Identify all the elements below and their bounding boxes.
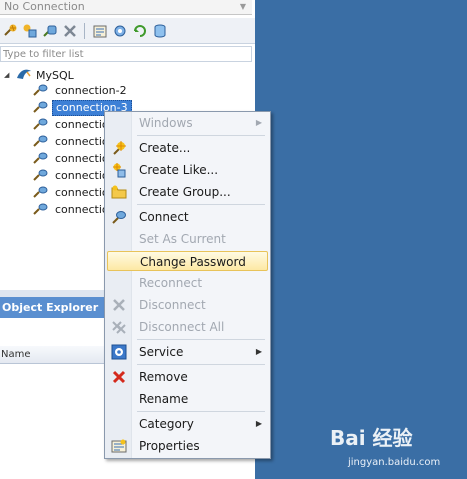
baidu-logo: Bai 经验 xyxy=(330,426,413,450)
mysql-dolphin-icon xyxy=(16,67,32,84)
menu-item-disconnect[interactable]: Disconnect xyxy=(107,295,268,315)
database-icon[interactable] xyxy=(151,22,168,39)
submenu-arrow-icon: ▶ xyxy=(255,419,262,428)
expand-triangle-icon[interactable]: ◢ xyxy=(4,71,12,79)
connection-icon xyxy=(33,185,49,202)
tree-root-label: MySQL xyxy=(36,68,74,82)
menu-item-set-as-current[interactable]: Set As Current xyxy=(107,229,268,249)
menu-item-connect[interactable]: Connect xyxy=(107,207,268,227)
disconnect-icon[interactable] xyxy=(61,22,78,39)
menu-item-create-group[interactable]: Create Group... xyxy=(107,182,268,202)
refresh-icon[interactable] xyxy=(131,22,148,39)
menu-item-label: Category xyxy=(139,417,194,431)
menu-item-label: Windows xyxy=(139,116,193,130)
menu-item-remove[interactable]: Remove xyxy=(107,367,268,387)
filter-input[interactable] xyxy=(0,46,252,62)
menu-item-reconnect[interactable]: Reconnect xyxy=(107,273,268,293)
tree-item-label: connection-2 xyxy=(55,84,127,97)
menu-item-label: Properties xyxy=(139,439,200,453)
disconnect-all-icon xyxy=(111,319,127,335)
connect-icon[interactable] xyxy=(41,22,58,39)
tree-root-mysql[interactable]: ◢ MySQL xyxy=(4,67,74,83)
menu-item-label: Change Password xyxy=(140,255,246,269)
watermark-url: jingyan.baidu.com xyxy=(348,457,441,468)
menu-item-disconnect-all[interactable]: Disconnect All xyxy=(107,317,268,337)
toolbar xyxy=(0,18,255,44)
connection-icon xyxy=(33,151,49,168)
connection-icon xyxy=(33,117,49,134)
menu-item-label: Set As Current xyxy=(139,232,226,246)
menu-item-change-password[interactable]: Change Password xyxy=(107,251,268,271)
connection-icon xyxy=(33,100,49,117)
menu-item-properties[interactable]: Properties xyxy=(107,436,268,456)
baidu-jingyan-watermark: Bai 经验 jingyan.baidu.com xyxy=(330,423,450,473)
menu-item-rename[interactable]: Rename xyxy=(107,389,268,409)
connection-icon xyxy=(33,202,49,219)
menu-separator xyxy=(137,364,265,365)
watermark-brand: Bai 经验 xyxy=(330,426,413,450)
chevron-down-icon[interactable]: ▼ xyxy=(238,1,248,13)
menu-separator xyxy=(137,339,265,340)
connection-icon xyxy=(33,168,49,185)
menu-item-label: Connect xyxy=(139,210,189,224)
submenu-arrow-icon: ▶ xyxy=(255,118,262,127)
menu-separator xyxy=(137,135,265,136)
create-icon xyxy=(111,140,127,156)
remove-icon xyxy=(111,369,127,385)
menu-item-label: Disconnect All xyxy=(139,320,225,334)
properties-icon[interactable] xyxy=(91,22,108,39)
menu-item-service[interactable]: Service ▶ xyxy=(107,342,268,362)
menu-item-create-like[interactable]: Create Like... xyxy=(107,160,268,180)
disconnect-icon xyxy=(111,297,127,313)
menu-item-label: Reconnect xyxy=(139,276,203,290)
new-connection-icon[interactable] xyxy=(1,22,18,39)
menu-item-windows[interactable]: Windows ▶ xyxy=(107,113,268,133)
service-icon[interactable] xyxy=(111,22,128,39)
menu-item-label: Create Group... xyxy=(139,185,231,199)
connection-dropdown[interactable]: No Connection ▼ xyxy=(0,0,252,15)
menu-item-label: Remove xyxy=(139,370,188,384)
create-like-icon xyxy=(111,162,127,178)
properties-icon xyxy=(111,438,127,454)
connection-dropdown-value: No Connection xyxy=(4,0,85,13)
new-connection-like-icon[interactable] xyxy=(21,22,38,39)
menu-item-label: Rename xyxy=(139,392,189,406)
menu-item-label: Disconnect xyxy=(139,298,206,312)
connection-icon xyxy=(33,83,49,100)
connection-icon xyxy=(33,134,49,151)
menu-item-label: Create Like... xyxy=(139,163,219,177)
toolbar-divider xyxy=(84,22,85,39)
submenu-arrow-icon: ▶ xyxy=(255,347,262,356)
menu-separator xyxy=(137,204,265,205)
menu-separator xyxy=(137,411,265,412)
folder-icon xyxy=(111,184,127,200)
object-explorer-header[interactable]: Object Explorer xyxy=(0,297,110,318)
connect-icon xyxy=(111,209,127,225)
menu-item-label: Service xyxy=(139,345,184,359)
context-menu: Windows ▶ Create... Create Like... Creat… xyxy=(104,111,271,459)
menu-item-label: Create... xyxy=(139,141,191,155)
menu-item-category[interactable]: Category ▶ xyxy=(107,414,268,434)
tree-item-connection[interactable]: connection-2 xyxy=(33,83,130,99)
service-icon xyxy=(111,344,127,360)
menu-item-create[interactable]: Create... xyxy=(107,138,268,158)
